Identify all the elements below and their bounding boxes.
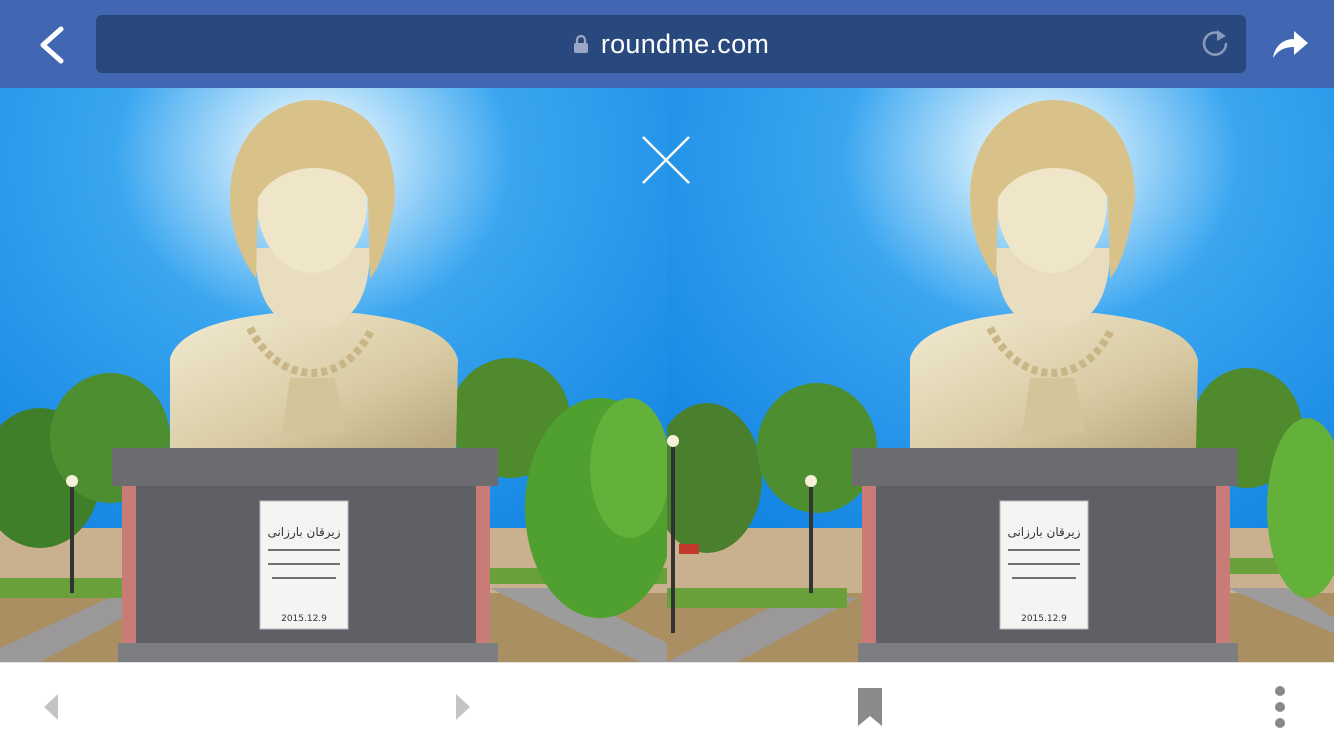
reload-icon — [1202, 30, 1228, 56]
panorama-image: زیرقان بارزانی 2015.12.9 — [667, 88, 1334, 662]
nav-back-button[interactable] — [36, 691, 68, 723]
plaque-text-left: زیرقان بارزانی — [267, 525, 340, 540]
browser-bottom-toolbar — [0, 662, 1334, 750]
url-text: roundme.com — [600, 28, 770, 59]
more-icon — [1275, 686, 1285, 728]
plaque-text-right: زیرقان بارزانی — [1007, 525, 1080, 540]
back-button[interactable] — [22, 18, 82, 72]
nav-forward-icon — [456, 694, 470, 720]
panorama-viewer[interactable]: زیرقان بارزانی 2015.12.9 زیرقان بارزانی … — [0, 88, 1334, 662]
chevron-left-icon — [40, 26, 64, 64]
reload-button[interactable] — [1198, 27, 1232, 61]
close-icon — [642, 136, 690, 184]
nav-forward-button[interactable] — [446, 691, 478, 723]
address-bar[interactable]: roundme.com — [96, 15, 1246, 73]
share-button[interactable] — [1264, 20, 1316, 68]
lock-icon — [573, 34, 588, 53]
browser-top-bar: roundme.com — [0, 0, 1334, 88]
more-options-button[interactable] — [1262, 683, 1298, 731]
nav-back-icon — [44, 694, 58, 720]
panorama-image: زیرقان بارزانی 2015.12.9 — [0, 88, 667, 662]
share-icon — [1273, 31, 1308, 58]
bookmark-icon — [858, 688, 882, 726]
right-eye-view: زیرقان بارزانی 2015.12.9 — [667, 88, 1334, 662]
bookmark-button[interactable] — [852, 685, 888, 729]
close-vr-button[interactable] — [638, 132, 694, 188]
plaque-date-left: 2015.12.9 — [281, 614, 327, 624]
plaque-date-right: 2015.12.9 — [1021, 614, 1067, 624]
left-eye-view: زیرقان بارزانی 2015.12.9 — [0, 88, 667, 662]
